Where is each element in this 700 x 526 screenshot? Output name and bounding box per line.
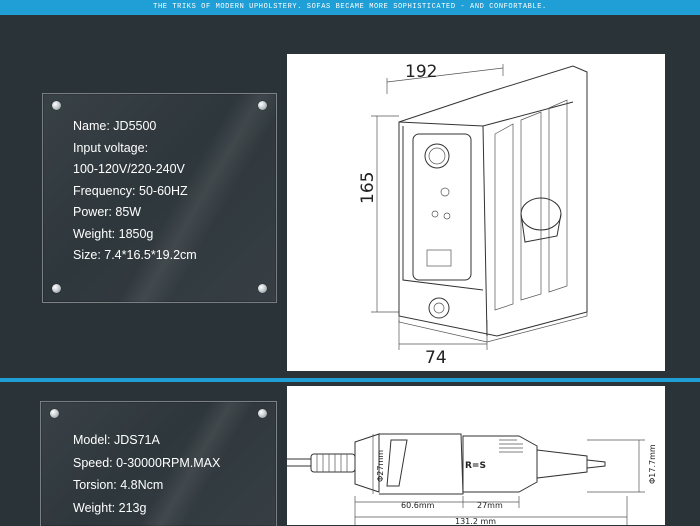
dim-depth-label: 74 <box>425 348 447 368</box>
control-box-spec-panel: Name: JD5500 Input voltage: 100-120V/220… <box>42 93 277 303</box>
spec-weight: Weight: 1850g <box>73 226 154 241</box>
screw-icon <box>52 101 61 110</box>
spec-list: Model: JDS71A Speed: 0-30000RPM.MAX Tors… <box>73 429 220 519</box>
spec-frequency: Frequency: 50-60HZ <box>73 183 188 198</box>
spec-list: Name: JD5500 Input voltage: 100-120V/220… <box>73 116 197 267</box>
dim-height-label: 165 <box>358 172 378 204</box>
spec-power: Power: 85W <box>73 205 142 219</box>
dim-diam-right: Φ17.7mm <box>648 444 657 484</box>
dim-diam-left: Φ27mm <box>376 450 385 482</box>
spec-torsion: Torsion: 4.8Ncm <box>73 478 164 492</box>
control-box-drawing: 192 165 74 <box>287 54 665 371</box>
spec-name: Name: JD5500 <box>73 119 157 133</box>
dim-width-label: 192 <box>405 62 437 82</box>
handpiece-drawing: R=S Φ27mm Φ17.7mm 60.6mm 27mm 131.2 mm <box>287 386 665 525</box>
handpiece-spec-panel: Model: JDS71A Speed: 0-30000RPM.MAX Tors… <box>40 401 277 526</box>
screw-icon <box>50 409 59 418</box>
screw-icon <box>258 101 267 110</box>
dim-grip: 27mm <box>477 501 503 510</box>
top-banner: THE TRIKS OF MODERN UPHOLSTERY. SOFAS BE… <box>0 0 700 15</box>
screw-icon <box>258 409 267 418</box>
dim-total: 131.2 mm <box>455 517 496 525</box>
spec-model: Model: JDS71A <box>73 433 160 447</box>
spec-input-voltage-label: Input voltage: <box>73 140 149 155</box>
grip-label: R=S <box>465 461 486 471</box>
dim-body: 60.6mm <box>401 501 435 510</box>
spec-size: Size: 7.4*16.5*19.2cm <box>73 248 197 262</box>
section-divider <box>0 378 700 382</box>
screw-icon <box>258 284 267 293</box>
spec-input-voltage-value: 100-120V/220-240V <box>73 162 185 176</box>
spec-speed: Speed: 0-30000RPM.MAX <box>73 455 221 470</box>
screw-icon <box>52 284 61 293</box>
spec-weight: Weight: 213g <box>73 500 147 515</box>
